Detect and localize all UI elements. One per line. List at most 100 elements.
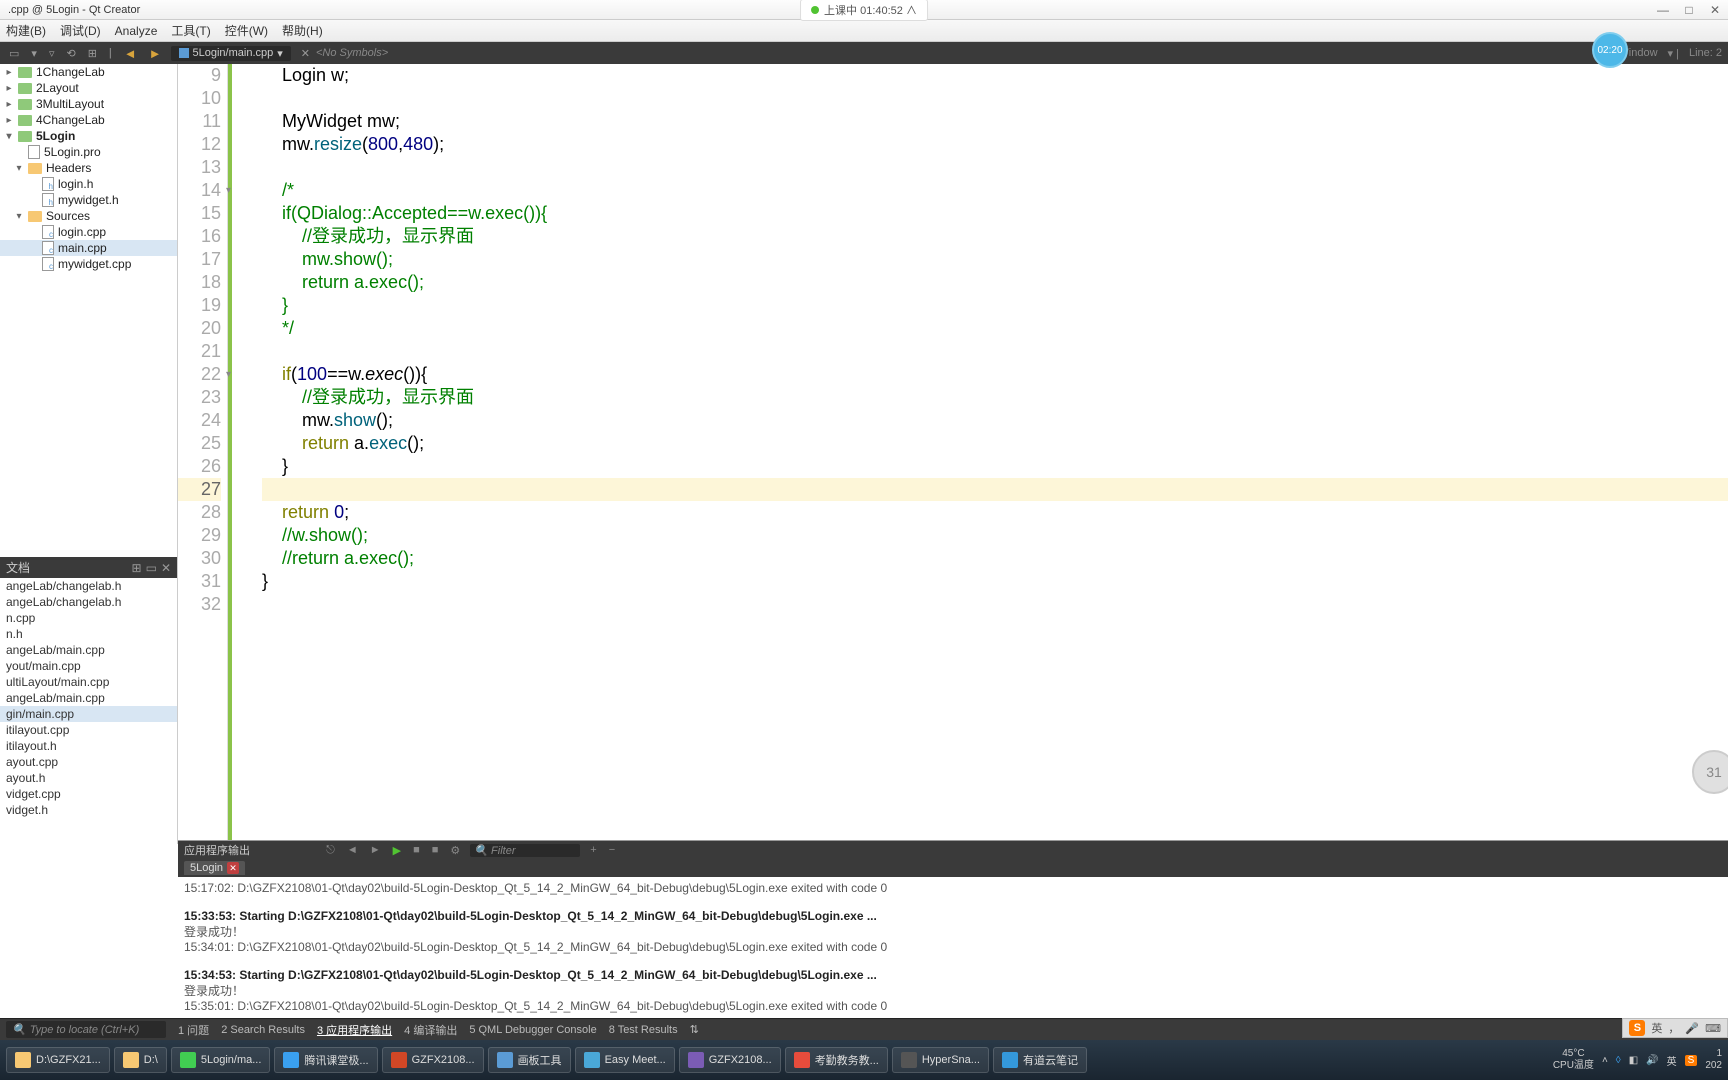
menu-tools[interactable]: 工具(T) xyxy=(171,22,210,39)
tree-item[interactable]: 5Login.pro xyxy=(0,144,177,160)
ime-indicator[interactable]: S 英 ， 🎤 ⌨ xyxy=(1622,1018,1728,1038)
tree-item[interactable]: login.cpp xyxy=(0,224,177,240)
tree-item[interactable]: ▸4ChangeLab xyxy=(0,112,177,128)
taskbar-item[interactable]: 有道云笔记 xyxy=(993,1047,1087,1073)
taskbar-item[interactable]: 考勤教务教... xyxy=(785,1047,888,1073)
open-doc-item[interactable]: n.cpp xyxy=(0,610,177,626)
menu-analyze[interactable]: Analyze xyxy=(115,24,158,38)
open-doc-item[interactable]: ayout.cpp xyxy=(0,754,177,770)
output-settings-icon[interactable]: ⚙ xyxy=(448,844,462,857)
tree-item[interactable]: mywidget.cpp xyxy=(0,256,177,272)
tab-close-button[interactable]: ✕ xyxy=(301,47,310,60)
open-doc-item[interactable]: angeLab/main.cpp xyxy=(0,642,177,658)
taskbar-item[interactable]: 腾讯课堂极... xyxy=(274,1047,377,1073)
menu-help[interactable]: 帮助(H) xyxy=(282,22,323,39)
output-attach-icon[interactable]: ⎋ xyxy=(324,844,337,857)
tray-shield-icon[interactable]: ◊ xyxy=(1616,1055,1621,1066)
tray-volume-icon[interactable]: 🔊 xyxy=(1646,1055,1658,1066)
status-tests[interactable]: 8 Test Results xyxy=(609,1024,678,1036)
symbols-dropdown[interactable]: <No Symbols> xyxy=(316,47,388,59)
split-icon[interactable]: ▭ xyxy=(6,47,22,60)
tree-item[interactable]: main.cpp xyxy=(0,240,177,256)
open-doc-item[interactable]: n.h xyxy=(0,626,177,642)
app-icon xyxy=(901,1052,917,1068)
open-doc-item[interactable]: itilayout.h xyxy=(0,738,177,754)
status-toggle-icon[interactable]: ⇅ xyxy=(690,1023,699,1036)
tray-up-icon[interactable]: ˄ xyxy=(1602,1055,1608,1066)
output-run-button[interactable]: ▶ xyxy=(391,844,403,857)
output-stop2-button[interactable]: ■ xyxy=(430,844,441,856)
taskbar-item[interactable]: D:\ xyxy=(114,1047,167,1073)
output-tab-close[interactable]: ✕ xyxy=(227,862,239,874)
output-stop-button[interactable]: ■ xyxy=(411,844,422,856)
code-editor[interactable]: 91011121314▾1516171819202122▾23242526272… xyxy=(178,64,1728,844)
open-doc-item[interactable]: gin/main.cpp xyxy=(0,706,177,722)
floating-timer-badge[interactable]: 02:20 xyxy=(1592,32,1628,68)
panel-close-icon[interactable]: ✕ xyxy=(161,561,171,575)
tray-ime-icon[interactable]: 英 xyxy=(1667,1053,1677,1068)
tree-item[interactable]: login.h xyxy=(0,176,177,192)
editor-file-tab[interactable]: 5Login/main.cpp ▾ xyxy=(171,46,291,61)
sync-icon[interactable]: ⟲ xyxy=(63,47,78,60)
open-doc-item[interactable]: angeLab/changelab.h xyxy=(0,578,177,594)
menu-debug[interactable]: 调试(D) xyxy=(60,22,101,39)
output-zoom-out[interactable]: − xyxy=(607,844,617,856)
tray-temperature[interactable]: 45°CCPU温度 xyxy=(1553,1048,1594,1072)
menu-build[interactable]: 构建(B) xyxy=(6,22,46,39)
status-qml[interactable]: 5 QML Debugger Console xyxy=(469,1024,596,1036)
status-issues[interactable]: 1 问题 xyxy=(178,1022,209,1038)
status-app-output[interactable]: 3 应用程序输出 xyxy=(317,1022,392,1038)
tree-item[interactable]: ▸3MultiLayout xyxy=(0,96,177,112)
tree-item[interactable]: ▾5Login xyxy=(0,128,177,144)
nav-back-button[interactable]: ◄ xyxy=(121,46,140,61)
output-tab[interactable]: 5Login ✕ xyxy=(184,861,245,875)
taskbar-item[interactable]: 画板工具 xyxy=(488,1047,571,1073)
menu-controls[interactable]: 控件(W) xyxy=(225,22,268,39)
open-doc-item[interactable]: vidget.h xyxy=(0,802,177,818)
output-text[interactable]: 15:17:02: D:\GZFX2108\01-Qt\day02\build-… xyxy=(178,877,1728,1040)
tree-item[interactable]: ▸1ChangeLab xyxy=(0,64,177,80)
taskbar-item[interactable]: GZFX2108... xyxy=(679,1047,781,1073)
panel-split-icon[interactable]: ⊞ xyxy=(132,561,142,575)
open-doc-item[interactable]: itilayout.cpp xyxy=(0,722,177,738)
expand-icon[interactable]: ⊞ xyxy=(85,47,100,60)
tree-item[interactable]: mywidget.h xyxy=(0,192,177,208)
taskbar-item[interactable]: 5Login/ma... xyxy=(171,1047,271,1073)
tree-item[interactable]: ▸2Layout xyxy=(0,80,177,96)
taskbar-item[interactable]: GZFX2108... xyxy=(382,1047,484,1073)
open-doc-item[interactable]: yout/main.cpp xyxy=(0,658,177,674)
minimize-button[interactable]: — xyxy=(1654,3,1672,17)
windows-taskbar: D:\GZFX21...D:\5Login/ma...腾讯课堂极...GZFX2… xyxy=(0,1040,1728,1080)
anchor-icon[interactable]: ▾ xyxy=(28,47,40,60)
line-indicator[interactable]: Line: 2 xyxy=(1689,47,1722,59)
window-title: .cpp @ 5Login - Qt Creator xyxy=(8,4,140,16)
close-button[interactable]: ✕ xyxy=(1706,3,1724,17)
floating-circle-badge[interactable]: 31 xyxy=(1692,750,1728,794)
filter-icon[interactable]: ▿ xyxy=(46,47,58,60)
tree-item[interactable]: ▾Sources xyxy=(0,208,177,224)
status-compile[interactable]: 4 编译输出 xyxy=(404,1022,457,1038)
tray-sogou-icon[interactable]: S xyxy=(1685,1055,1698,1066)
open-doc-item[interactable]: ayout.h xyxy=(0,770,177,786)
tree-item[interactable]: ▾Headers xyxy=(0,160,177,176)
open-doc-item[interactable]: angeLab/changelab.h xyxy=(0,594,177,610)
open-doc-item[interactable]: ultiLayout/main.cpp xyxy=(0,674,177,690)
output-filter-input[interactable]: 🔍 Filter xyxy=(470,844,580,857)
locator-input[interactable]: 🔍 Type to locate (Ctrl+K) xyxy=(6,1021,166,1038)
status-search[interactable]: 2 Search Results xyxy=(221,1024,305,1036)
taskbar-item[interactable]: Easy Meet... xyxy=(575,1047,675,1073)
tray-clock[interactable]: 1202 xyxy=(1705,1048,1722,1072)
maximize-button[interactable]: □ xyxy=(1680,3,1698,17)
taskbar-item[interactable]: D:\GZFX21... xyxy=(6,1047,110,1073)
tray-app-icon[interactable]: ◧ xyxy=(1629,1055,1638,1066)
output-prev-icon[interactable]: ◄ xyxy=(345,844,360,856)
class-timer-badge[interactable]: 上课中 01:40:52 ∧ xyxy=(800,0,928,21)
panel-menu-icon[interactable]: ▭ xyxy=(146,561,157,575)
output-next-icon[interactable]: ► xyxy=(368,844,383,856)
open-doc-item[interactable]: vidget.cpp xyxy=(0,786,177,802)
open-doc-item[interactable]: angeLab/main.cpp xyxy=(0,690,177,706)
output-zoom-in[interactable]: + xyxy=(588,844,598,856)
taskbar-item[interactable]: HyperSna... xyxy=(892,1047,989,1073)
tab-dropdown-icon[interactable]: ▾ xyxy=(277,47,283,60)
nav-forward-button[interactable]: ► xyxy=(146,46,165,61)
